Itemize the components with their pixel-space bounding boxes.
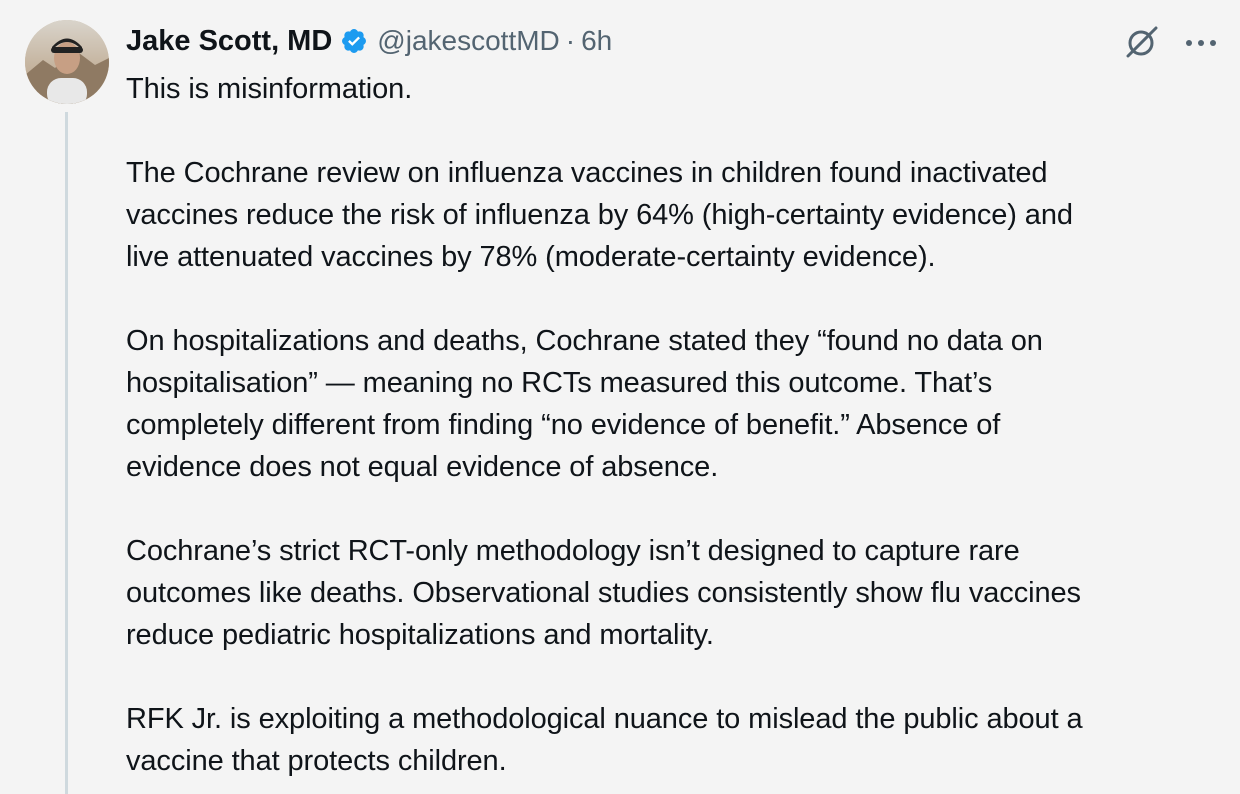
text-line: On hospitalizations and deaths, Cochrane… <box>126 325 1043 357</box>
avatar-photo <box>25 20 109 104</box>
text-line: RFK Jr. is exploiting a methodological n… <box>126 703 1083 735</box>
avatar[interactable] <box>25 20 109 104</box>
tweet-header: Jake Scott, MD @jakescottMD · 6h <box>126 18 612 64</box>
text-line: outcomes like deaths. Observational stud… <box>126 577 1081 609</box>
text-line: reduce pediatric hospitalizations and mo… <box>126 619 714 651</box>
text-line: completely different from finding “no ev… <box>126 409 1001 441</box>
paragraph: The Cochrane review on influenza vaccine… <box>126 152 1226 278</box>
separator-dot: · <box>565 25 576 56</box>
tweet: Jake Scott, MD @jakescottMD · 6h This is… <box>0 0 1240 794</box>
author-name[interactable]: Jake Scott, MD <box>126 25 332 58</box>
text-line: hospitalisation” — meaning no RCTs measu… <box>126 367 993 399</box>
paragraph: RFK Jr. is exploiting a methodological n… <box>126 698 1226 782</box>
tweet-actions <box>1122 22 1218 67</box>
author-handle[interactable]: @jakescottMD <box>377 25 559 57</box>
text-line: The Cochrane review on influenza vaccine… <box>126 157 1048 189</box>
text-line: Cochrane’s strict RCT-only methodology i… <box>126 535 1020 567</box>
tweet-text: This is misinformation. The Cochrane rev… <box>126 68 1226 782</box>
paragraph: Cochrane’s strict RCT-only methodology i… <box>126 530 1226 656</box>
timestamp[interactable]: 6h <box>581 25 612 57</box>
text-line: evidence does not equal evidence of abse… <box>126 451 719 483</box>
paragraph: On hospitalizations and deaths, Cochrane… <box>126 320 1226 488</box>
text-line: vaccine that protects children. <box>126 745 507 777</box>
paragraph: This is misinformation. <box>126 68 1226 110</box>
grok-icon[interactable] <box>1122 22 1162 67</box>
text-line: vaccines reduce the risk of influenza by… <box>126 199 1073 231</box>
text-line: This is misinformation. <box>126 73 413 105</box>
verified-badge-icon <box>340 27 368 55</box>
more-options-icon[interactable] <box>1184 36 1218 54</box>
text-line: live attenuated vaccines by 78% (moderat… <box>126 241 936 273</box>
thread-line <box>65 112 68 794</box>
